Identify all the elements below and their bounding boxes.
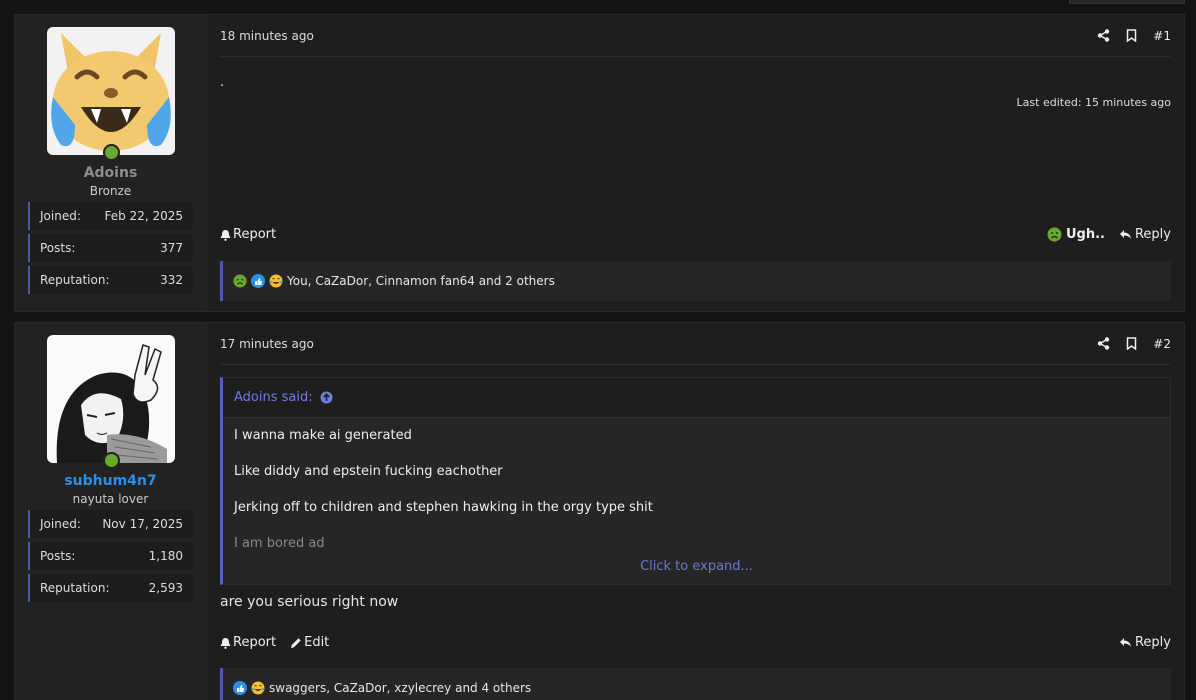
quote-author[interactable]: Adoins said: [234,390,313,405]
reply-button[interactable]: Reply [1119,227,1171,242]
laugh-emoji-icon [251,681,265,695]
username[interactable]: Adoins [84,165,138,181]
username[interactable]: subhum4n7 [64,473,156,489]
user-title: Bronze [89,184,132,198]
pagination-fragment [1069,0,1185,4]
bell-icon [220,637,231,649]
pencil-icon [291,637,301,648]
reply-button[interactable]: Reply [1119,635,1171,650]
stat-label: Joined: [40,209,81,223]
stat-label: Posts: [40,549,76,563]
post-header: 17 minutes ago #2 [220,323,1171,365]
post-time[interactable]: 18 minutes ago [220,29,314,43]
reactions-bar[interactable]: You, CaZaDor, Cinnamon fan64 and 2 other… [220,261,1171,301]
online-indicator [102,452,120,469]
reaction-button[interactable]: Ugh.. [1047,227,1105,242]
arrow-up-circle-icon[interactable] [320,391,333,404]
stat-joined: Joined: Nov 17, 2025 [28,510,193,538]
stat-label: Posts: [40,241,76,255]
bell-icon [220,229,231,241]
user-title: nayuta lover [72,492,149,506]
quote-line: Like diddy and epstein fucking eachother [234,464,503,479]
post-body: are you serious right now [220,594,399,610]
expand-link[interactable]: Click to expand... [234,559,1159,584]
report-label: Report [233,635,277,650]
reply-label: Reply [1134,227,1171,242]
post-main: 18 minutes ago #1 . Last edited: 15 minu… [207,15,1184,311]
stat-value: Nov 17, 2025 [102,517,183,531]
reply-icon [1119,638,1131,647]
stat-reputation: Reputation: 2,593 [28,574,193,602]
share-icon[interactable] [1097,337,1110,350]
user-pane: subhum4n7 nayuta lover Joined: Nov 17, 20… [15,323,207,700]
stat-label: Reputation: [40,581,110,595]
post-number[interactable]: #2 [1153,337,1171,351]
post-1: Adoins Bronze Joined: Feb 22, 2025 Posts:… [14,14,1185,312]
report-button[interactable]: Report [220,635,276,650]
avatar-wrap[interactable] [46,335,175,469]
last-edited: Last edited: 15 minutes ago [1016,96,1171,109]
report-label: Report [233,227,277,242]
post-body: . [220,75,225,90]
reaction-label: Ugh.. [1065,227,1105,242]
post-actions: Report Ugh.. Reply [220,227,1171,242]
post-2: subhum4n7 nayuta lover Joined: Nov 17, 20… [14,322,1185,700]
reply-icon [1119,230,1131,239]
quote-line: Jerking off to children and stephen hawk… [234,500,653,515]
bookmark-icon[interactable] [1126,29,1137,42]
bookmark-icon[interactable] [1126,337,1137,350]
stat-joined: Joined: Feb 22, 2025 [28,202,193,230]
stat-label: Reputation: [40,273,110,287]
reactions-text: swaggers, CaZaDor, xzylecrey and 4 other… [269,681,532,695]
stat-value: 332 [160,273,183,287]
reactions-bar[interactable]: swaggers, CaZaDor, xzylecrey and 4 other… [220,668,1171,700]
post-number[interactable]: #1 [1153,29,1171,43]
user-stats: Joined: Nov 17, 2025 Posts: 1,180 Reputati… [28,510,193,606]
like-icon [251,274,265,288]
stat-posts: Posts: 1,180 [28,542,193,570]
edit-button[interactable]: Edit [290,635,329,650]
like-icon [233,681,247,695]
stat-value: 1,180 [148,549,183,563]
avatar[interactable] [46,27,175,155]
stat-value: 2,593 [148,581,183,595]
share-icon[interactable] [1097,29,1110,42]
quote-header[interactable]: Adoins said: [223,378,1170,418]
ugh-emoji-icon [233,274,247,288]
online-indicator [102,144,120,161]
reactions-text: You, CaZaDor, Cinnamon fan64 and 2 other… [287,274,555,288]
stat-value: 377 [160,241,183,255]
post-main: 17 minutes ago #2 Adoins said: I wanna m… [207,323,1184,700]
laugh-emoji-icon [269,274,283,288]
stat-value: Feb 22, 2025 [104,209,184,223]
report-button[interactable]: Report [220,227,276,242]
quote-line: I am bored ad [234,536,325,551]
stat-reputation: Reputation: 332 [28,266,193,294]
user-pane: Adoins Bronze Joined: Feb 22, 2025 Posts:… [15,15,207,311]
post-header: 18 minutes ago #1 [220,15,1171,57]
stat-label: Joined: [40,517,81,531]
quote-line: I wanna make ai generated [234,428,412,443]
quote-body: I wanna make ai generated Like diddy and… [223,418,1170,584]
user-stats: Joined: Feb 22, 2025 Posts: 377 Reputation… [28,202,193,298]
stat-posts: Posts: 377 [28,234,193,262]
post-time[interactable]: 17 minutes ago [220,337,314,351]
avatar[interactable] [46,335,175,463]
ugh-emoji-icon [1047,227,1062,242]
reply-label: Reply [1134,635,1171,650]
post-actions: Report Edit Reply [220,635,1171,650]
edit-label: Edit [304,635,330,650]
avatar-wrap[interactable] [46,27,175,161]
thread-view: Adoins Bronze Joined: Feb 22, 2025 Posts:… [0,0,1196,700]
quote-block: Adoins said: I wanna make ai generated L… [220,377,1171,585]
